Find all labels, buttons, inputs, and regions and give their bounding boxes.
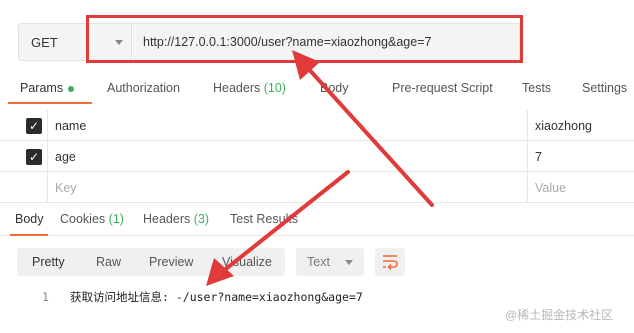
active-tab-indicator — [10, 234, 48, 236]
tab-test-results[interactable]: Test Results — [230, 212, 298, 226]
tab-response-headers[interactable]: Headers (3) — [143, 212, 209, 226]
line-number: 1 — [42, 290, 49, 304]
param-value[interactable]: xiaozhong — [535, 119, 592, 133]
response-body: 1 获取访问地址信息: -/user?name=xiaozhong&age=7 — [0, 288, 634, 308]
view-raw[interactable]: Raw — [96, 255, 121, 269]
tab-settings-label: Settings — [582, 81, 628, 95]
active-dot-icon — [68, 85, 75, 92]
method-select[interactable]: GET — [18, 23, 132, 61]
table-row: ✓ age 7 — [0, 141, 634, 172]
tab-body[interactable]: Body — [320, 81, 349, 95]
chevron-down-icon — [115, 40, 123, 45]
view-visualize[interactable]: Visualize — [222, 255, 272, 269]
tab-tests-label: Tests — [522, 81, 552, 95]
tab-authorization[interactable]: Authorization — [107, 81, 180, 95]
param-key[interactable]: name — [55, 119, 86, 133]
tab-headers-count: (10) — [263, 81, 286, 95]
view-pretty[interactable]: Pretty — [32, 255, 65, 269]
tab-tests[interactable]: Tests — [522, 81, 551, 95]
response-tabs: Body Cookies (1) Headers (3) Test Result… — [0, 204, 634, 236]
watermark: @稀土掘金技术社区 — [505, 308, 614, 322]
chevron-down-icon — [345, 260, 353, 265]
view-preview[interactable]: Preview — [149, 255, 193, 269]
checkbox-checked-icon[interactable]: ✓ — [26, 149, 42, 165]
tab-headers[interactable]: Headers (10) — [213, 81, 286, 95]
method-label: GET — [31, 34, 58, 50]
checkbox-cell: ✓ — [15, 110, 48, 141]
key-placeholder[interactable]: Key — [55, 181, 77, 195]
format-select-value: Text — [307, 255, 330, 269]
tab-response-headers-count: (3) — [193, 212, 210, 226]
checkbox-cell: ✓ — [15, 141, 48, 172]
active-tab-indicator — [8, 102, 92, 104]
tab-cookies-count: (1) — [108, 212, 124, 226]
table-row: ✓ name xiaozhong — [0, 110, 634, 141]
tab-cookies-label: Cookies — [60, 212, 106, 226]
view-mode-switcher: Pretty Raw Preview Visualize — [17, 248, 285, 276]
tab-pre-request-script-label: Pre-request Script — [392, 81, 493, 95]
url-text: http://127.0.0.1:3000/user?name=xiaozhon… — [143, 35, 432, 49]
column-divider — [527, 141, 528, 172]
tab-headers-label: Headers — [213, 81, 261, 95]
response-line-text: 获取访问地址信息: -/user?name=xiaozhong&age=7 — [70, 290, 363, 304]
request-tabs: Params Authorization Headers (10) Body P… — [0, 74, 634, 104]
table-row-empty: Key Value — [0, 172, 634, 203]
param-key[interactable]: age — [55, 150, 76, 164]
tab-response-body[interactable]: Body — [15, 212, 44, 226]
tab-cookies[interactable]: Cookies (1) — [60, 212, 124, 226]
tab-body-label: Body — [320, 81, 349, 95]
column-divider — [527, 172, 528, 203]
wrap-lines-icon — [383, 255, 398, 271]
tab-response-headers-label: Headers — [143, 212, 191, 226]
tab-params-label: Params — [20, 81, 64, 95]
tab-params[interactable]: Params — [20, 81, 75, 95]
param-value[interactable]: 7 — [535, 150, 542, 164]
checkbox-cell — [15, 172, 48, 203]
tab-response-body-label: Body — [15, 212, 44, 226]
tab-authorization-label: Authorization — [107, 81, 180, 95]
url-input[interactable]: http://127.0.0.1:3000/user?name=xiaozhon… — [133, 23, 520, 61]
format-select[interactable]: Text — [296, 248, 364, 276]
tab-settings[interactable]: Settings — [582, 81, 627, 95]
wrap-lines-button[interactable] — [375, 248, 405, 276]
tab-test-results-label: Test Results — [230, 212, 299, 226]
tab-pre-request-script[interactable]: Pre-request Script — [392, 81, 493, 95]
checkbox-checked-icon[interactable]: ✓ — [26, 118, 42, 134]
column-divider — [527, 110, 528, 141]
value-placeholder[interactable]: Value — [535, 181, 566, 195]
